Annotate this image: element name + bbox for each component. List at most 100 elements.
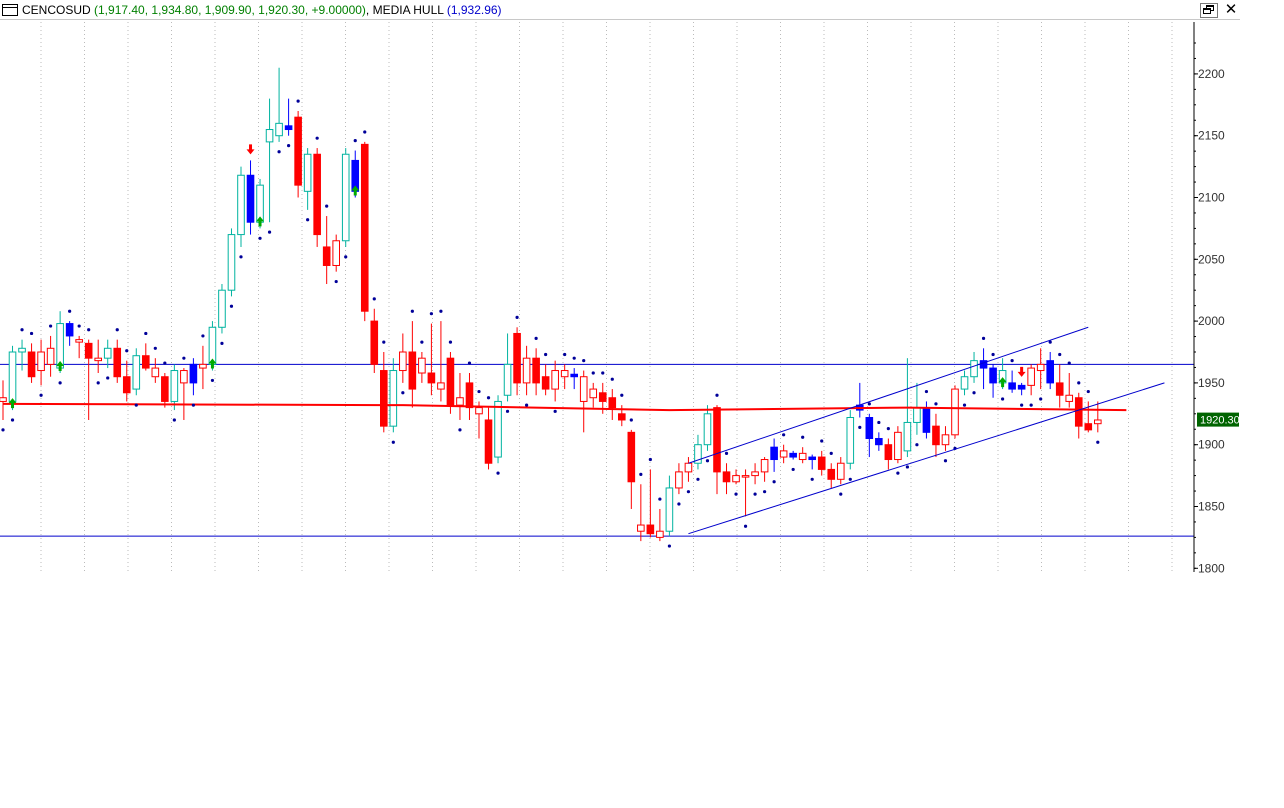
candle — [903, 421, 912, 452]
candle — [913, 407, 921, 423]
psar-dot — [486, 396, 491, 400]
psar-dot — [296, 99, 300, 103]
psar-dot — [801, 435, 805, 439]
psar-dot — [715, 393, 719, 397]
psar-dot — [210, 378, 215, 383]
candle — [770, 446, 778, 461]
candle — [94, 357, 103, 362]
psar-dot — [1001, 397, 1005, 401]
psar-dot — [810, 477, 814, 481]
psar-dot — [39, 393, 43, 397]
psar-dot — [582, 359, 586, 363]
psar-dot — [591, 371, 595, 375]
psar-dot — [1077, 381, 1081, 385]
psar-dot — [848, 477, 852, 481]
psar-dot — [820, 439, 824, 443]
candle — [284, 125, 293, 131]
y-tick-label: 2050 — [1198, 252, 1225, 266]
psar-dot — [1020, 403, 1024, 407]
candlestick-chart: 1800 1850 1900 1950 2000 2050 2100 2150 2200 192… — [0, 22, 1240, 575]
psar-dot — [1, 428, 5, 432]
psar-dot — [1058, 352, 1062, 357]
psar-dot — [677, 502, 681, 506]
psar-dot — [144, 331, 148, 336]
psar-dot — [353, 139, 357, 143]
candle — [265, 129, 274, 143]
restore-window-button[interactable] — [1200, 3, 1218, 18]
psar-dot — [667, 544, 672, 548]
candle — [18, 347, 26, 353]
psar-dot — [601, 371, 605, 375]
psar-dot — [439, 309, 443, 313]
candle — [675, 471, 683, 489]
sell-arrow-icon — [1017, 366, 1026, 377]
candle — [161, 376, 169, 402]
psar-dot — [563, 352, 567, 357]
indicator-name: , MEDIA HULL — [365, 3, 444, 17]
psar-dot — [639, 472, 643, 476]
psar-dot — [915, 443, 919, 447]
psar-dot — [29, 331, 34, 336]
candle — [684, 462, 693, 473]
candle — [75, 339, 83, 343]
psar-dot — [153, 346, 157, 350]
psar-dot — [896, 471, 900, 475]
candle — [941, 434, 950, 446]
candle — [532, 357, 540, 384]
psar-dot — [505, 409, 510, 413]
candle — [408, 351, 417, 390]
sell-arrow-icon — [246, 144, 255, 155]
close-window-button[interactable]: ✕ — [1222, 2, 1240, 18]
candle — [760, 459, 769, 473]
psar-dot — [877, 420, 881, 425]
candle — [475, 407, 483, 415]
candle — [618, 413, 626, 421]
candle — [560, 370, 569, 378]
candle — [656, 530, 664, 538]
psar-dot — [172, 418, 176, 422]
candle — [37, 351, 45, 372]
chart-window-icon — [2, 4, 18, 16]
psar-dot — [229, 304, 234, 308]
candle — [875, 438, 883, 446]
psar-dot — [791, 467, 795, 472]
candle — [589, 388, 598, 399]
y-tick-label: 2000 — [1198, 314, 1225, 328]
psar-dot — [991, 352, 995, 357]
candle — [237, 174, 245, 236]
psar-dot — [401, 391, 405, 395]
psar-dot — [448, 340, 453, 344]
candle — [741, 475, 750, 478]
candle — [637, 524, 645, 532]
psar-dot — [924, 389, 929, 394]
psar-dot — [163, 361, 167, 365]
psar-dot — [515, 315, 519, 319]
candle — [446, 357, 455, 406]
candle — [579, 376, 588, 402]
candle — [827, 468, 836, 480]
restore-icon — [1203, 5, 1214, 14]
candle — [84, 342, 93, 359]
candle — [779, 450, 788, 458]
psar-dot — [315, 136, 319, 140]
y-axis: 1800 1850 1900 1950 2000 2050 2100 2150 2200 — [1193, 22, 1225, 575]
candle — [989, 367, 997, 384]
psar-dot — [277, 150, 281, 154]
candle — [380, 370, 388, 427]
candle — [732, 475, 740, 483]
parabolic-sar-dots — [1, 99, 1100, 548]
candle — [341, 153, 350, 242]
psar-dot — [534, 336, 538, 341]
y-tick-label: 1800 — [1198, 561, 1225, 575]
psar-dot — [68, 309, 72, 313]
psar-dot — [1010, 359, 1014, 363]
candle — [332, 240, 340, 266]
psar-dot — [705, 459, 710, 463]
candle — [960, 376, 969, 390]
candle — [1027, 367, 1035, 386]
psar-dot — [134, 403, 138, 407]
candle — [598, 392, 607, 402]
candle — [218, 289, 226, 328]
candle — [456, 397, 464, 406]
psar-dot — [182, 356, 186, 360]
